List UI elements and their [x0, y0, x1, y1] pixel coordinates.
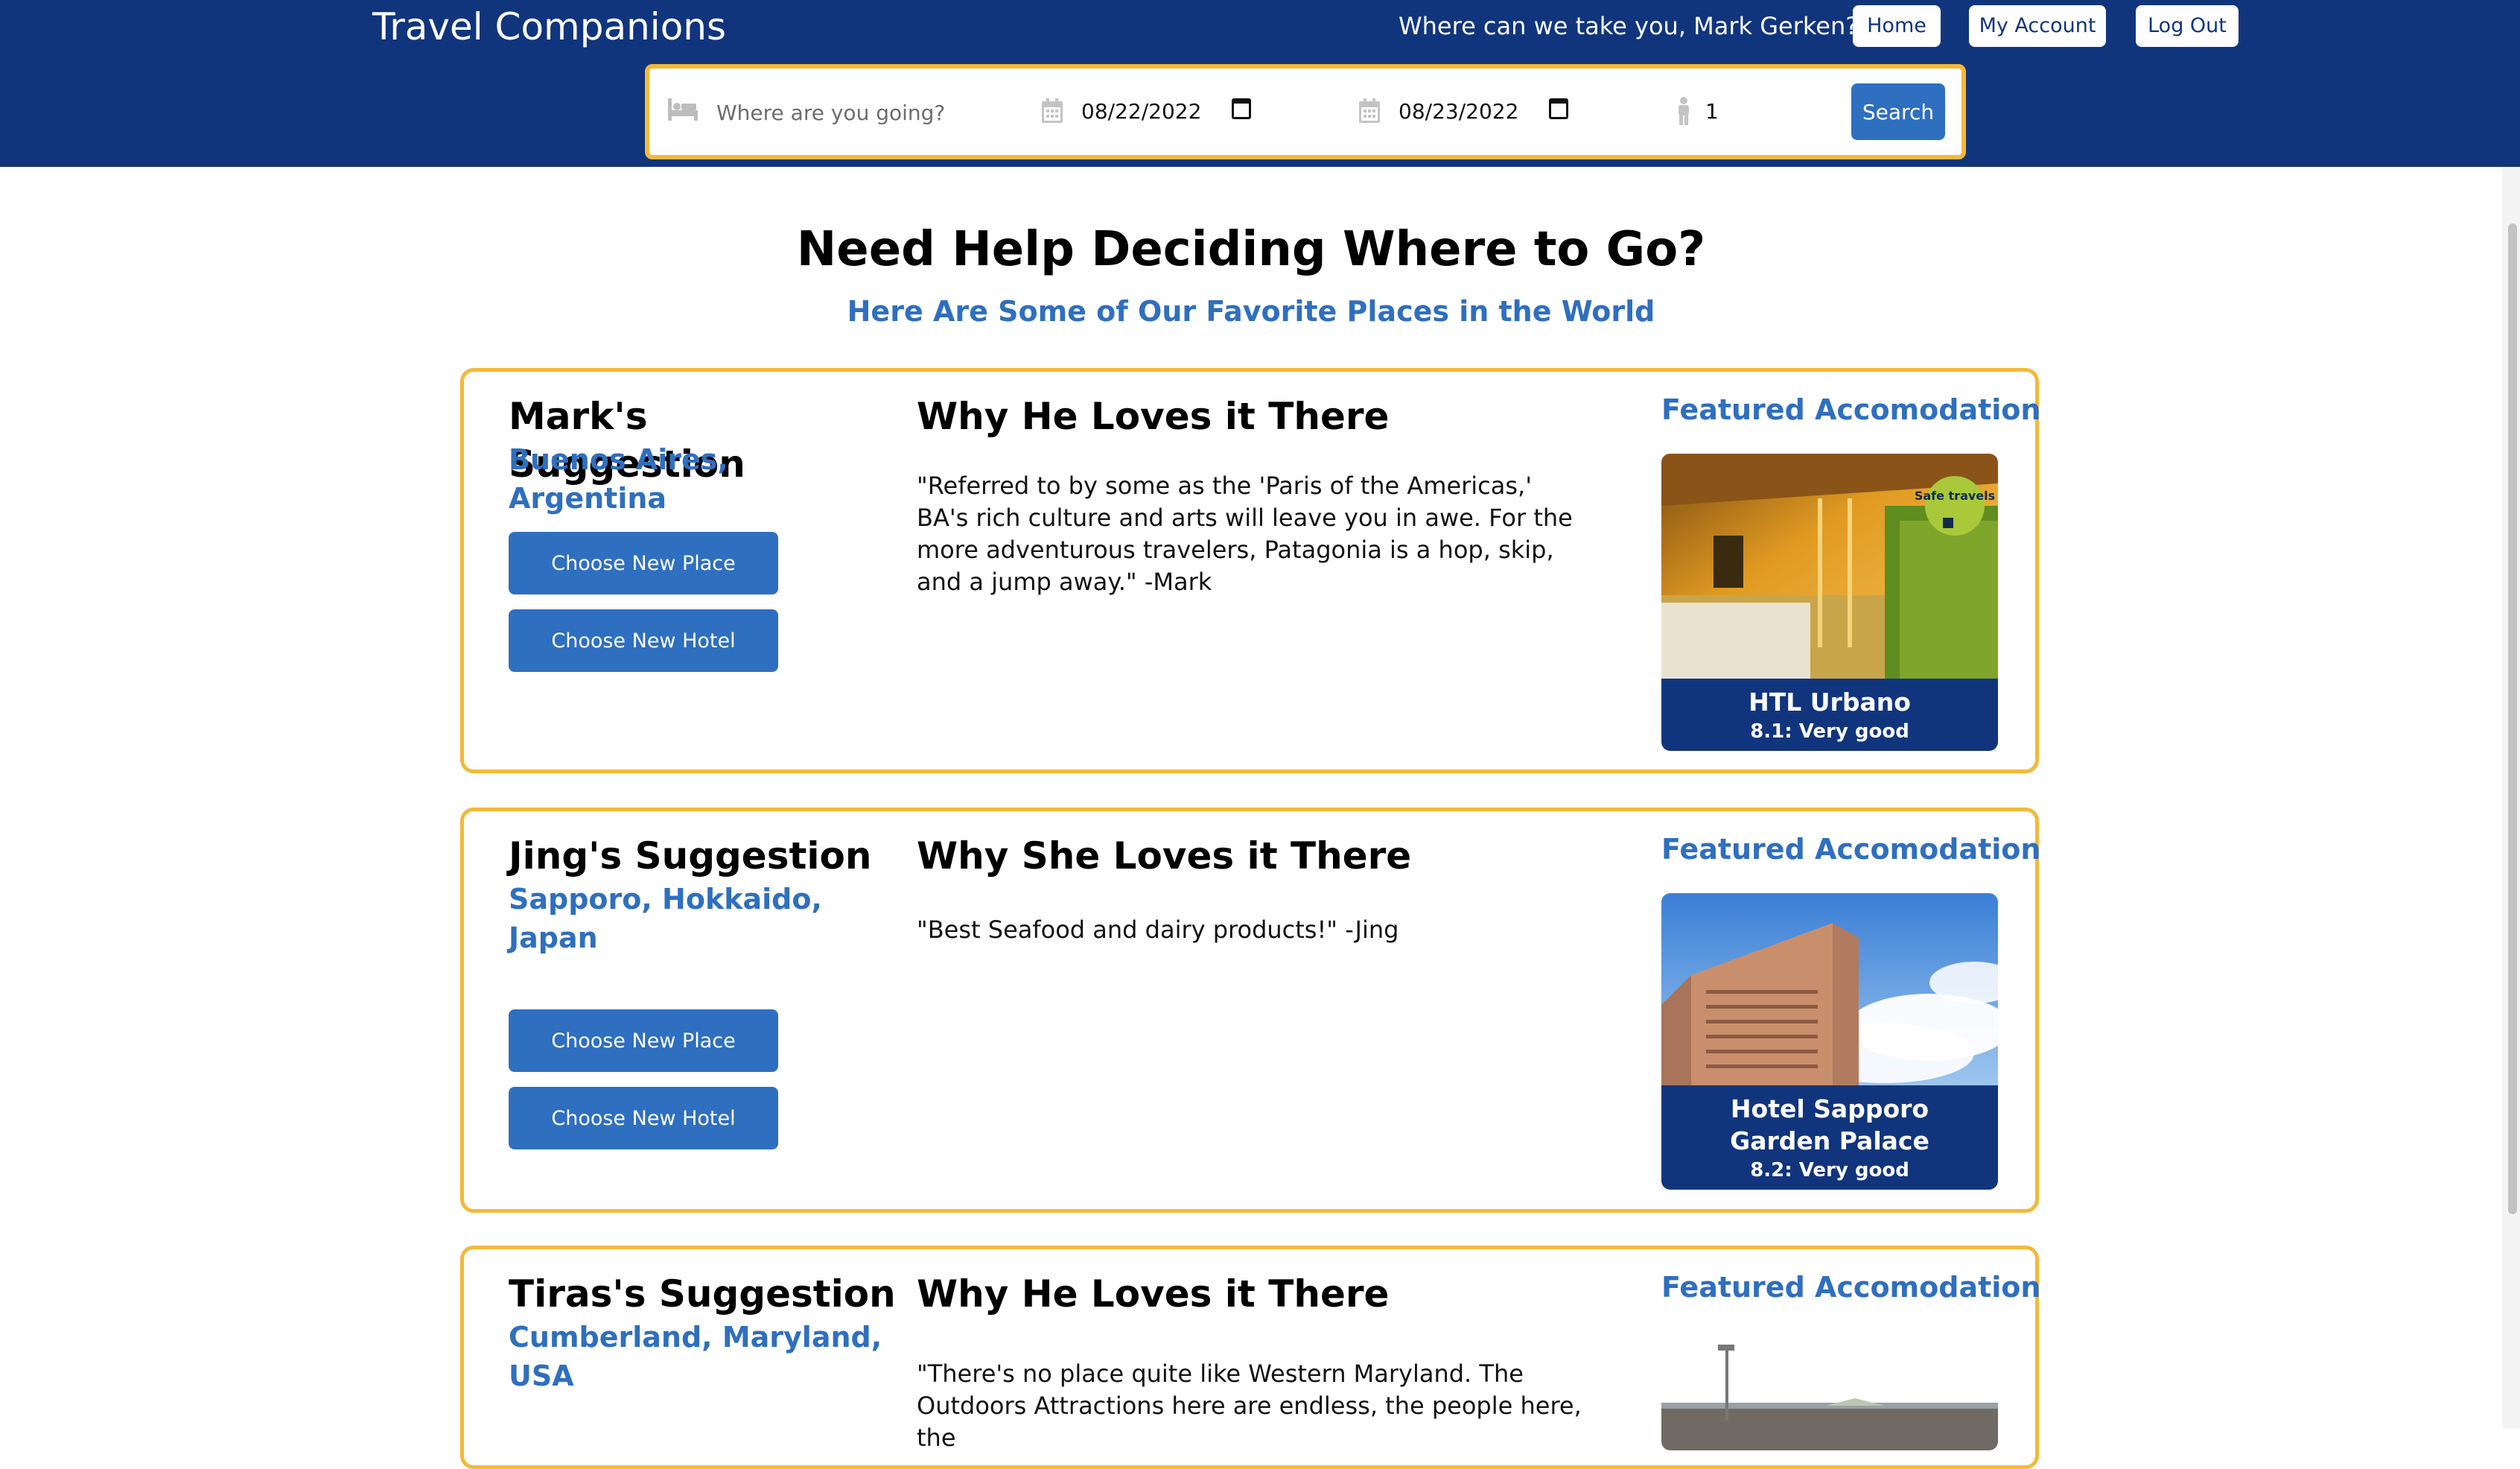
destination-input[interactable]	[715, 91, 1001, 134]
person-icon	[1676, 97, 1692, 128]
log-out-button[interactable]: Log Out	[2136, 5, 2239, 47]
suggestion-location: Cumberland, Maryland, USA	[509, 1321, 882, 1392]
checkout-date-input[interactable]: 08/23/2022	[1399, 95, 1518, 128]
hotel-photo[interactable]: Safe travels	[1661, 454, 1998, 679]
hotel-rating: 8.2: Very good	[1750, 1159, 1909, 1181]
suggestion-quote: "Best Seafood and dairy products!" -Jing	[917, 916, 1399, 944]
suggestion-quote: "There's no place quite like Western Mar…	[917, 1359, 1582, 1452]
choose-new-hotel-button[interactable]: Choose New Hotel	[509, 609, 778, 672]
page-title: Need Help Deciding Where to Go?	[796, 222, 1706, 277]
greeting-text: Where can we take you, Mark Gerken?	[1399, 12, 1859, 40]
hotel-caption: Hotel Sapporo Garden Palace 8.2: Very go…	[1661, 1085, 1998, 1190]
home-button[interactable]: Home	[1853, 5, 1941, 47]
featured-heading: Featured Accomodation	[1661, 833, 2041, 866]
page: Travel Companions Where can we take you,…	[0, 0, 2520, 1469]
hotel-name[interactable]: HTL Urbano	[1676, 686, 1983, 718]
hotel-photo[interactable]	[1661, 893, 1998, 1085]
choose-new-place-button[interactable]: Choose New Place	[509, 1009, 778, 1072]
why-heading: Why She Loves it There	[917, 834, 1412, 878]
scrollbar-thumb[interactable]	[2508, 223, 2517, 1214]
suggestion-quote: "Referred to by some as the 'Paris of th…	[917, 472, 1573, 596]
suggestion-location: Sapporo, Hokkaido, Japan	[509, 883, 822, 954]
featured-hotel[interactable]	[1661, 1331, 1998, 1450]
calendar-icon	[1358, 98, 1381, 127]
why-heading: Why He Loves it There	[917, 1272, 1390, 1316]
hotel-caption: HTL Urbano 8.1: Very good	[1661, 679, 1998, 751]
featured-heading: Featured Accomodation	[1661, 393, 2041, 426]
checkin-calendar-picker-icon[interactable]	[1232, 98, 1251, 119]
suggestion-location: Buenos Aires, Argentina	[509, 443, 728, 515]
why-heading: Why He Loves it There	[917, 395, 1390, 438]
choose-new-hotel-button[interactable]: Choose New Hotel	[509, 1087, 778, 1149]
hotel-photo[interactable]	[1661, 1331, 1998, 1450]
suggestion-card: Tiras's Suggestion Cumberland, Maryland,…	[460, 1246, 2041, 1469]
featured-heading: Featured Accomodation	[1661, 1271, 2041, 1304]
calendar-icon	[1041, 98, 1063, 127]
bed-icon	[667, 97, 699, 125]
safe-travels-badge: Safe travels	[1915, 489, 1995, 503]
suggestion-card: Jing's Suggestion Sapporo, Hokkaido, Jap…	[460, 808, 2041, 1213]
my-account-button[interactable]: My Account	[1969, 5, 2106, 47]
page-subtitle: Here Are Some of Our Favorite Places in …	[847, 295, 1655, 328]
checkin-date-input[interactable]: 08/22/2022	[1081, 95, 1201, 128]
featured-hotel[interactable]: Safe travels HTL Urbano 8.1: Very good	[1661, 454, 1998, 751]
search-button[interactable]: Search	[1851, 83, 1945, 140]
choose-new-place-button[interactable]: Choose New Place	[509, 532, 778, 594]
top-header: Travel Companions Where can we take you,…	[0, 0, 2520, 167]
guests-input[interactable]: 1	[1705, 95, 1719, 128]
checkout-calendar-picker-icon[interactable]	[1549, 98, 1568, 119]
suggester-name: Jing's Suggestion	[509, 834, 872, 878]
suggestion-card: Mark's Suggestion Buenos Aires, Argentin…	[460, 368, 2041, 773]
search-bar: 08/22/2022 08/23/2022	[645, 64, 1966, 159]
hotel-rating: 8.1: Very good	[1750, 720, 1909, 743]
featured-hotel[interactable]: Hotel Sapporo Garden Palace 8.2: Very go…	[1661, 893, 1998, 1190]
hotel-name[interactable]: Hotel Sapporo Garden Palace	[1676, 1093, 1983, 1157]
brand-title[interactable]: Travel Companions	[372, 3, 726, 51]
suggester-name: Tiras's Suggestion	[509, 1272, 896, 1316]
